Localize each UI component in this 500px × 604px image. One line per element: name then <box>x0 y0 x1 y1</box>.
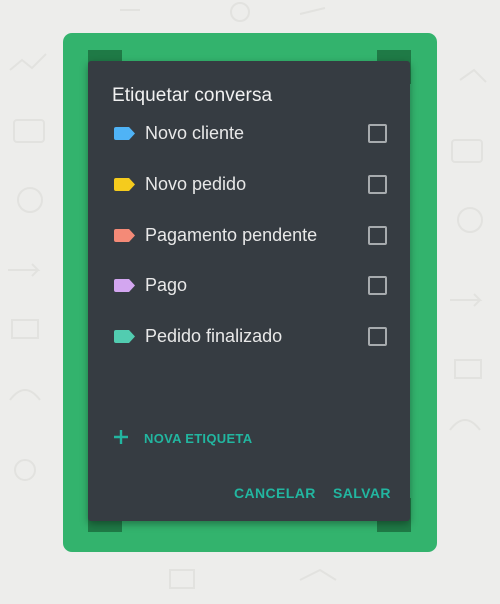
label-name: Pago <box>145 275 188 295</box>
label-checkbox[interactable] <box>368 175 387 194</box>
label-checkbox[interactable] <box>368 327 387 346</box>
label-name: Pagamento pendente <box>145 225 318 245</box>
label-name: Pedido finalizado <box>145 326 283 346</box>
label-name: Novo pedido <box>145 174 247 194</box>
tag-icon <box>114 229 135 242</box>
label-checkbox[interactable] <box>368 276 387 295</box>
tag-icon <box>114 127 135 140</box>
plus-icon <box>114 430 128 444</box>
tag-icon <box>114 279 135 292</box>
dialog-title: Etiquetar conversa <box>112 85 273 106</box>
tag-icon <box>114 330 135 343</box>
label-chat-dialog: Etiquetar conversa Novo cliente Novo ped… <box>88 61 410 521</box>
cancel-button[interactable]: CANCELAR <box>234 485 316 501</box>
label-row-pago[interactable]: Pago <box>88 265 410 305</box>
new-label-text: NOVA ETIQUETA <box>144 431 253 446</box>
save-button[interactable]: SALVAR <box>333 485 391 501</box>
tag-icon <box>114 178 135 191</box>
label-row-pagamento-pendente[interactable]: Pagamento pendente <box>88 215 410 255</box>
label-name: Novo cliente <box>145 123 245 143</box>
label-checkbox[interactable] <box>368 226 387 245</box>
new-label-button[interactable]: NOVA ETIQUETA <box>112 426 312 450</box>
label-checkbox[interactable] <box>368 124 387 143</box>
label-row-pedido-finalizado[interactable]: Pedido finalizado <box>88 316 410 356</box>
label-row-novo-pedido[interactable]: Novo pedido <box>88 164 410 204</box>
label-row-novo-cliente[interactable]: Novo cliente <box>88 113 410 153</box>
